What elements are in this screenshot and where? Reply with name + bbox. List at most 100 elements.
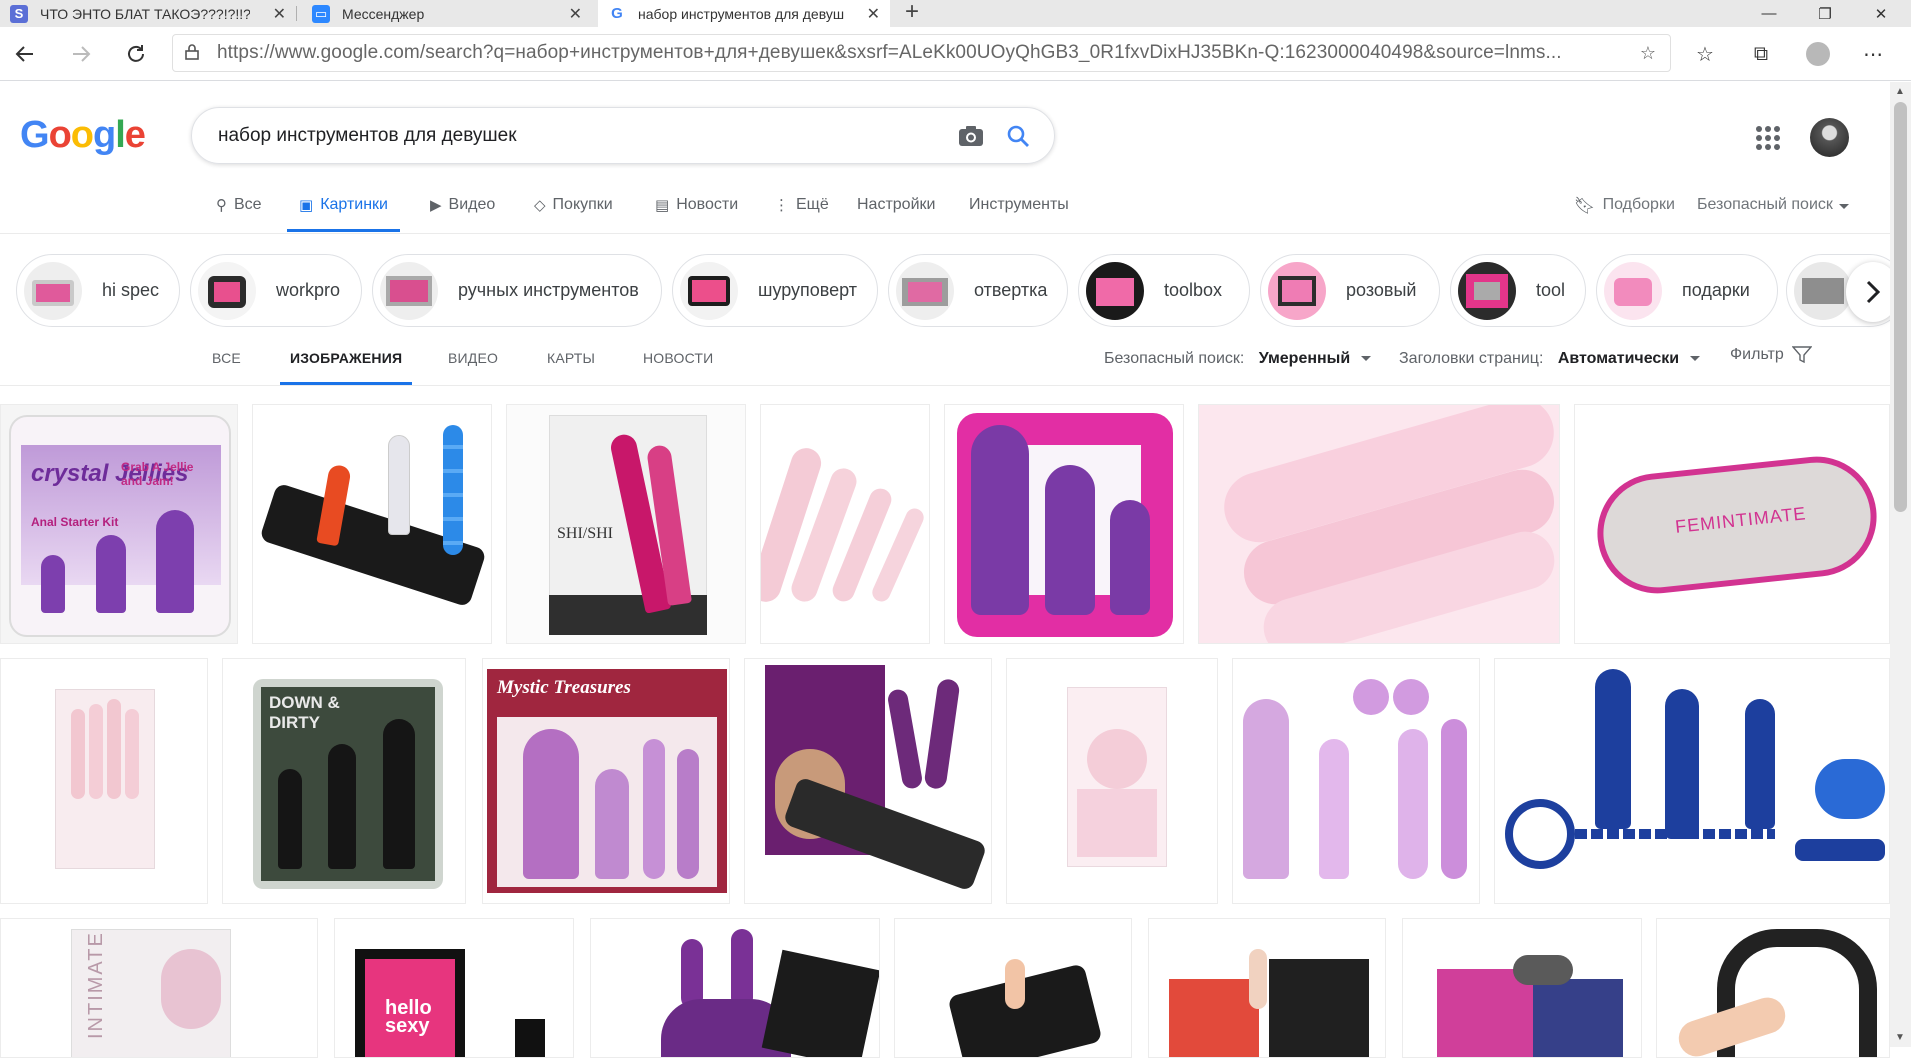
image-result[interactable]: [760, 404, 930, 644]
related-chip[interactable]: hi spec: [16, 254, 180, 327]
subnav-images[interactable]: ИЗОБРАЖЕНИЯ: [280, 350, 413, 385]
chip-thumbnail: [380, 261, 438, 320]
favorite-star-icon[interactable]: ☆: [1640, 43, 1656, 64]
search-box[interactable]: набор инструментов для девушек: [191, 107, 1055, 164]
close-tab-icon[interactable]: ✕: [273, 4, 286, 24]
tag-icon: ◇: [534, 197, 546, 214]
tab-news[interactable]: ▤ Новости: [655, 196, 738, 232]
browser-profile-avatar[interactable]: [1806, 42, 1830, 66]
chip-label: hi spec: [102, 280, 160, 300]
image-result[interactable]: [590, 918, 880, 1058]
safesearch-setting[interactable]: Безопасный поиск: Умеренный: [1104, 350, 1371, 368]
tab-more[interactable]: ⋮ Ещё: [774, 196, 829, 232]
close-tab-icon[interactable]: ✕: [867, 4, 880, 24]
product-title-text: Mystic Treasures: [497, 677, 631, 698]
camera-search-icon[interactable]: [958, 125, 984, 152]
search-icon: ⚲: [216, 197, 227, 214]
image-result[interactable]: [1402, 918, 1642, 1058]
image-result[interactable]: hello sexy: [334, 918, 574, 1058]
image-result[interactable]: SHI/SHI: [506, 404, 746, 644]
account-avatar[interactable]: [1810, 118, 1849, 157]
chip-label: workpro: [276, 280, 341, 300]
filter-icon: [1791, 346, 1813, 364]
image-result[interactable]: [1198, 404, 1560, 644]
subnav-news[interactable]: НОВОСТИ: [643, 350, 713, 366]
image-result[interactable]: [1148, 918, 1386, 1058]
image-result[interactable]: [252, 404, 492, 644]
image-result[interactable]: [1006, 658, 1218, 904]
chip-thumbnail: [1604, 261, 1662, 320]
scroll-down-icon[interactable]: ▼: [1895, 1032, 1905, 1043]
forward-icon[interactable]: [66, 39, 96, 69]
collections-label: Подборки: [1602, 196, 1675, 213]
filter-label: Фильтр: [1730, 346, 1784, 364]
favorites-icon[interactable]: ☆: [1692, 41, 1718, 67]
related-chip[interactable]: tool: [1450, 254, 1586, 327]
tab-images[interactable]: ▣ Картинки: [287, 196, 400, 232]
minimize-icon[interactable]: —: [1746, 0, 1792, 27]
close-tab-icon[interactable]: ✕: [569, 4, 582, 24]
subnav-maps[interactable]: КАРТЫ: [547, 350, 595, 366]
product-title-text: DOWN & DIRTY: [269, 693, 340, 732]
tab-settings[interactable]: Настройки: [857, 196, 935, 232]
image-result[interactable]: [1656, 918, 1890, 1058]
product-subtitle-text: Anal Starter Kit: [31, 515, 119, 529]
collections-link[interactable]: 🔖︎ Подборки: [1574, 196, 1675, 232]
video-icon: ▶: [430, 197, 442, 214]
related-chip[interactable]: отвертка: [888, 254, 1068, 327]
reload-icon[interactable]: [121, 39, 151, 69]
related-chip[interactable]: workpro: [190, 254, 362, 327]
page-titles-label: Заголовки страниц:: [1399, 350, 1544, 367]
search-icon[interactable]: [1006, 124, 1030, 153]
maximize-icon[interactable]: ❐: [1802, 0, 1848, 27]
lock-icon[interactable]: [185, 43, 203, 63]
safesearch-toggle[interactable]: Безопасный поиск: [1697, 196, 1849, 232]
image-search-subnav: ВСЕ ИЗОБРАЖЕНИЯ ВИДЕО КАРТЫ НОВОСТИ Безо…: [0, 340, 1890, 386]
google-apps-icon[interactable]: [1756, 126, 1780, 150]
image-result[interactable]: [744, 658, 992, 904]
back-icon[interactable]: [10, 39, 40, 69]
google-logo[interactable]: Google: [20, 114, 146, 157]
image-result[interactable]: FEMINTIMATE: [1574, 404, 1890, 644]
image-result[interactable]: Mystic Treasures: [482, 658, 730, 904]
scroll-up-icon[interactable]: ▲: [1895, 86, 1905, 97]
collections-icon[interactable]: ⧉: [1748, 41, 1774, 67]
tab-label: Ещё: [796, 196, 829, 213]
image-result[interactable]: [0, 658, 208, 904]
chip-label: шуруповерт: [758, 280, 858, 300]
image-result[interactable]: crystal Jellies Anal Starter Kit Grab A …: [0, 404, 238, 644]
image-result[interactable]: DOWN & DIRTY: [222, 658, 466, 904]
tab-tools[interactable]: Инструменты: [969, 196, 1069, 232]
tab-title: набор инструментов для девуш: [638, 5, 845, 22]
subnav-video[interactable]: ВИДЕО: [448, 350, 498, 366]
url-text[interactable]: https://www.google.com/search?q=набор+ин…: [217, 42, 1607, 64]
product-title-text: SHI/SHI: [557, 525, 614, 542]
related-chip[interactable]: розовый: [1260, 254, 1440, 327]
browser-tab[interactable]: ▭ Мессенджер ✕: [302, 0, 592, 27]
chip-label: розовый: [1346, 280, 1417, 300]
address-bar[interactable]: https://www.google.com/search?q=набор+ин…: [172, 34, 1671, 72]
filter-button[interactable]: Фильтр: [1730, 346, 1813, 364]
image-result[interactable]: [1232, 658, 1480, 904]
related-chip[interactable]: шуруповерт: [672, 254, 878, 327]
scrollbar-thumb[interactable]: [1894, 102, 1907, 512]
tab-video[interactable]: ▶ Видео: [430, 196, 495, 232]
page-scrollbar[interactable]: ▲ ▼: [1890, 82, 1911, 1047]
related-chip[interactable]: подарки: [1596, 254, 1778, 327]
search-input[interactable]: набор инструментов для девушек: [218, 125, 517, 147]
image-result[interactable]: [1494, 658, 1890, 904]
related-chip[interactable]: ручных инструментов: [372, 254, 662, 327]
subnav-all[interactable]: ВСЕ: [212, 350, 241, 366]
browser-tab-active[interactable]: G набор инструментов для девуш ✕: [598, 0, 890, 27]
tab-all[interactable]: ⚲ Все: [216, 196, 262, 232]
more-options-icon[interactable]: ⋯: [1860, 41, 1886, 67]
image-result[interactable]: [944, 404, 1184, 644]
related-chip[interactable]: toolbox: [1078, 254, 1250, 327]
new-tab-icon[interactable]: +: [905, 0, 919, 27]
tab-shopping[interactable]: ◇ Покупки: [534, 196, 613, 232]
browser-tab[interactable]: S ЧТО ЭНТО БЛАТ ТАКОЭ???!?!!? ✕: [0, 0, 296, 27]
image-result[interactable]: [894, 918, 1132, 1058]
image-result[interactable]: INTIMATE: [0, 918, 318, 1058]
page-titles-setting[interactable]: Заголовки страниц: Автоматически: [1399, 350, 1700, 368]
window-close-icon[interactable]: ✕: [1858, 0, 1904, 27]
